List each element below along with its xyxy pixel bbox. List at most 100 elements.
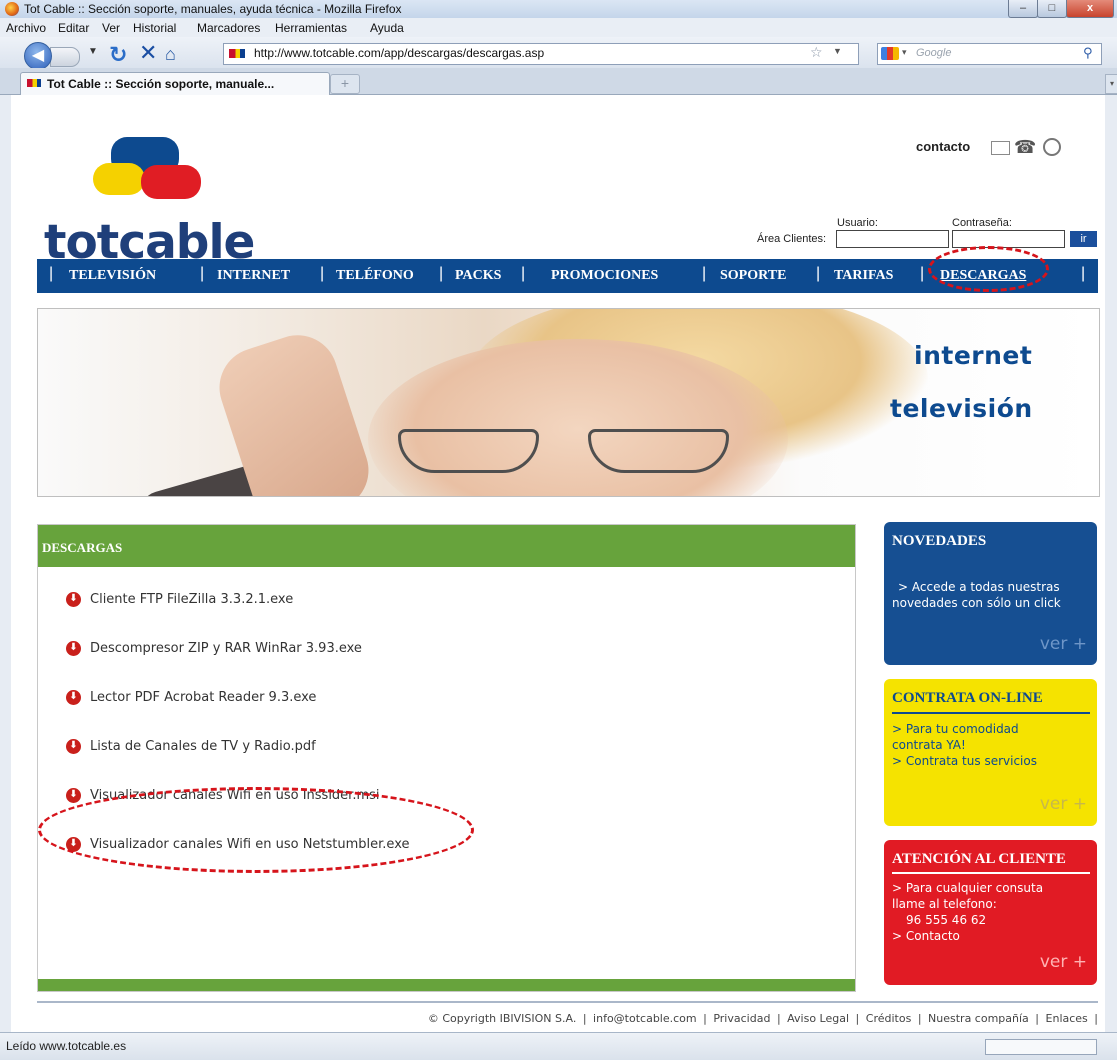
bookmark-star-icon[interactable]: ☆ (810, 44, 823, 61)
download-item-label[interactable]: Cliente FTP FileZilla 3.3.2.1.exe (90, 592, 293, 607)
web-page: totcable contacto ☎ Usuario: Contraseña:… (11, 95, 1105, 1032)
nav-internet[interactable]: INTERNET (217, 268, 290, 284)
atencion-box[interactable]: ATENCIÓN AL CLIENTE > Para cualquier con… (884, 840, 1097, 985)
nav-separator: | (521, 265, 526, 282)
nav-separator: | (320, 265, 325, 282)
download-icon: ⬇ (66, 788, 81, 803)
history-dropdown-icon[interactable]: ▼ (88, 46, 98, 57)
tab-favicon-icon (27, 79, 41, 87)
login-go-button[interactable]: ir (1070, 231, 1097, 247)
glasses-icon (398, 429, 768, 473)
contrata-divider (892, 712, 1090, 714)
search-engine-dropdown-icon[interactable]: ▾ (902, 47, 907, 58)
search-placeholder[interactable]: Google (916, 47, 951, 59)
footer-sep: | (703, 1012, 707, 1025)
url-text[interactable]: http://www.totcable.com/app/descargas/de… (254, 46, 544, 60)
contrata-line3[interactable]: > Contrata tus servicios (892, 754, 1037, 768)
search-icon[interactable]: ⚲ (1083, 45, 1093, 61)
footer-email-link[interactable]: info@totcable.com (593, 1012, 697, 1025)
forward-button[interactable] (50, 47, 80, 67)
reload-icon[interactable]: ↻ (109, 42, 127, 68)
totcable-logo[interactable]: totcable (41, 137, 261, 270)
footer-sep: | (1035, 1012, 1040, 1025)
downloads-header: DESCARGAS (38, 525, 855, 567)
nav-promociones[interactable]: PROMOCIONES (551, 268, 658, 284)
novedades-line1: > Accede a todas nuestras (898, 580, 1060, 594)
footer-company-link[interactable]: Nuestra compañía (928, 1012, 1029, 1025)
atencion-more-link[interactable]: ver + (1040, 952, 1087, 972)
maximize-button[interactable]: □ (1037, 0, 1067, 18)
status-progress-bar (985, 1039, 1097, 1055)
nav-separator: | (200, 265, 205, 282)
nav-telefono[interactable]: TELÉFONO (336, 268, 414, 284)
footer-copyright: © Copyrigth IBIVISION S.A. (427, 1012, 577, 1025)
tab-label[interactable]: Tot Cable :: Sección soporte, manuale... (47, 77, 274, 91)
phone-icon[interactable]: ☎ (1014, 137, 1036, 158)
nav-packs[interactable]: PACKS (455, 268, 501, 284)
user-input[interactable] (836, 230, 949, 248)
menu-historial[interactable]: Historial (133, 21, 176, 35)
atencion-contact-link[interactable]: > Contacto (892, 929, 960, 943)
menu-bar: Archivo Editar Ver Historial Marcadores … (0, 18, 1117, 37)
nav-separator: | (816, 265, 821, 282)
tab-totcable[interactable]: Tot Cable :: Sección soporte, manuale... (20, 72, 330, 95)
footer-links-link[interactable]: Enlaces (1046, 1012, 1088, 1025)
client-area-label: Área Clientes: (757, 233, 827, 245)
nav-soporte[interactable]: SOPORTE (720, 268, 786, 284)
atencion-title: ATENCIÓN AL CLIENTE (892, 851, 1066, 867)
password-input[interactable] (952, 230, 1065, 248)
menu-archivo[interactable]: Archivo (6, 21, 46, 35)
contrata-title: CONTRATA ON-LINE (892, 690, 1043, 706)
window-border-left (0, 95, 11, 1032)
page-footer: © Copyrigth IBIVISION S.A. | info@totcab… (37, 1012, 1098, 1025)
menu-editar[interactable]: Editar (58, 21, 89, 35)
atencion-line1: > Para cualquier consuta (892, 881, 1044, 895)
google-icon[interactable] (881, 47, 899, 60)
promo-banner[interactable]: internet televisión (37, 308, 1100, 497)
stop-icon[interactable]: ✕ (139, 40, 157, 66)
new-tab-button[interactable]: + (330, 74, 360, 94)
nav-tarifas[interactable]: TARIFAS (834, 268, 893, 284)
footer-legal-link[interactable]: Aviso Legal (787, 1012, 849, 1025)
tab-list-icon[interactable]: ▾ (1105, 74, 1117, 94)
site-favicon-icon (229, 49, 245, 58)
clock-icon[interactable] (1043, 138, 1061, 156)
url-dropdown-icon[interactable]: ▼ (833, 46, 842, 56)
nav-separator: | (1081, 265, 1086, 282)
glasses-lens-left (398, 429, 539, 473)
window-title: Tot Cable :: Sección soporte, manuales, … (24, 2, 402, 16)
footer-sep: | (855, 1012, 860, 1025)
minimize-button[interactable]: – (1008, 0, 1038, 18)
nav-television[interactable]: TELEVISIÓN (69, 268, 156, 284)
download-item-label[interactable]: Descompresor ZIP y RAR WinRar 3.93.exe (90, 641, 362, 656)
contact-link[interactable]: contacto (916, 139, 970, 154)
contrata-more-link[interactable]: ver + (1040, 794, 1087, 814)
menu-marcadores[interactable]: Marcadores (197, 21, 260, 35)
user-label: Usuario: (837, 217, 878, 229)
url-bar[interactable]: http://www.totcable.com/app/descargas/de… (223, 43, 859, 65)
novedades-box[interactable]: NOVEDADES > Accede a todas nuestras nove… (884, 522, 1097, 665)
download-item-label[interactable]: Lector PDF Acrobat Reader 9.3.exe (90, 690, 316, 705)
mail-icon[interactable] (991, 141, 1010, 155)
close-window-button[interactable]: x (1066, 0, 1114, 18)
home-icon[interactable]: ⌂ (165, 44, 176, 65)
atencion-line2: llame al telefono: (892, 897, 997, 911)
nav-separator: | (702, 265, 707, 282)
novedades-more-link[interactable]: ver + (1040, 634, 1087, 654)
back-icon[interactable]: ◀ (24, 42, 52, 70)
menu-herramientas[interactable]: Herramientas (275, 21, 347, 35)
contrata-line1: > Para tu comodidad (892, 722, 1019, 736)
contrata-box[interactable]: CONTRATA ON-LINE > Para tu comodidad con… (884, 679, 1097, 826)
search-bar[interactable]: ▾ Google ⚲ (877, 43, 1102, 65)
footer-privacy-link[interactable]: Privacidad (713, 1012, 770, 1025)
banner-internet-text: internet (914, 341, 1033, 370)
banner-television-text: televisión (890, 394, 1033, 423)
footer-sep: | (582, 1012, 587, 1025)
menu-ayuda[interactable]: Ayuda (370, 21, 404, 35)
atencion-divider (892, 872, 1090, 874)
menu-ver[interactable]: Ver (102, 21, 120, 35)
download-item-label[interactable]: Lista de Canales de TV y Radio.pdf (90, 739, 316, 754)
password-label: Contraseña: (952, 217, 1012, 229)
footer-credits-link[interactable]: Créditos (866, 1012, 912, 1025)
logo-red-bubble (141, 165, 201, 199)
